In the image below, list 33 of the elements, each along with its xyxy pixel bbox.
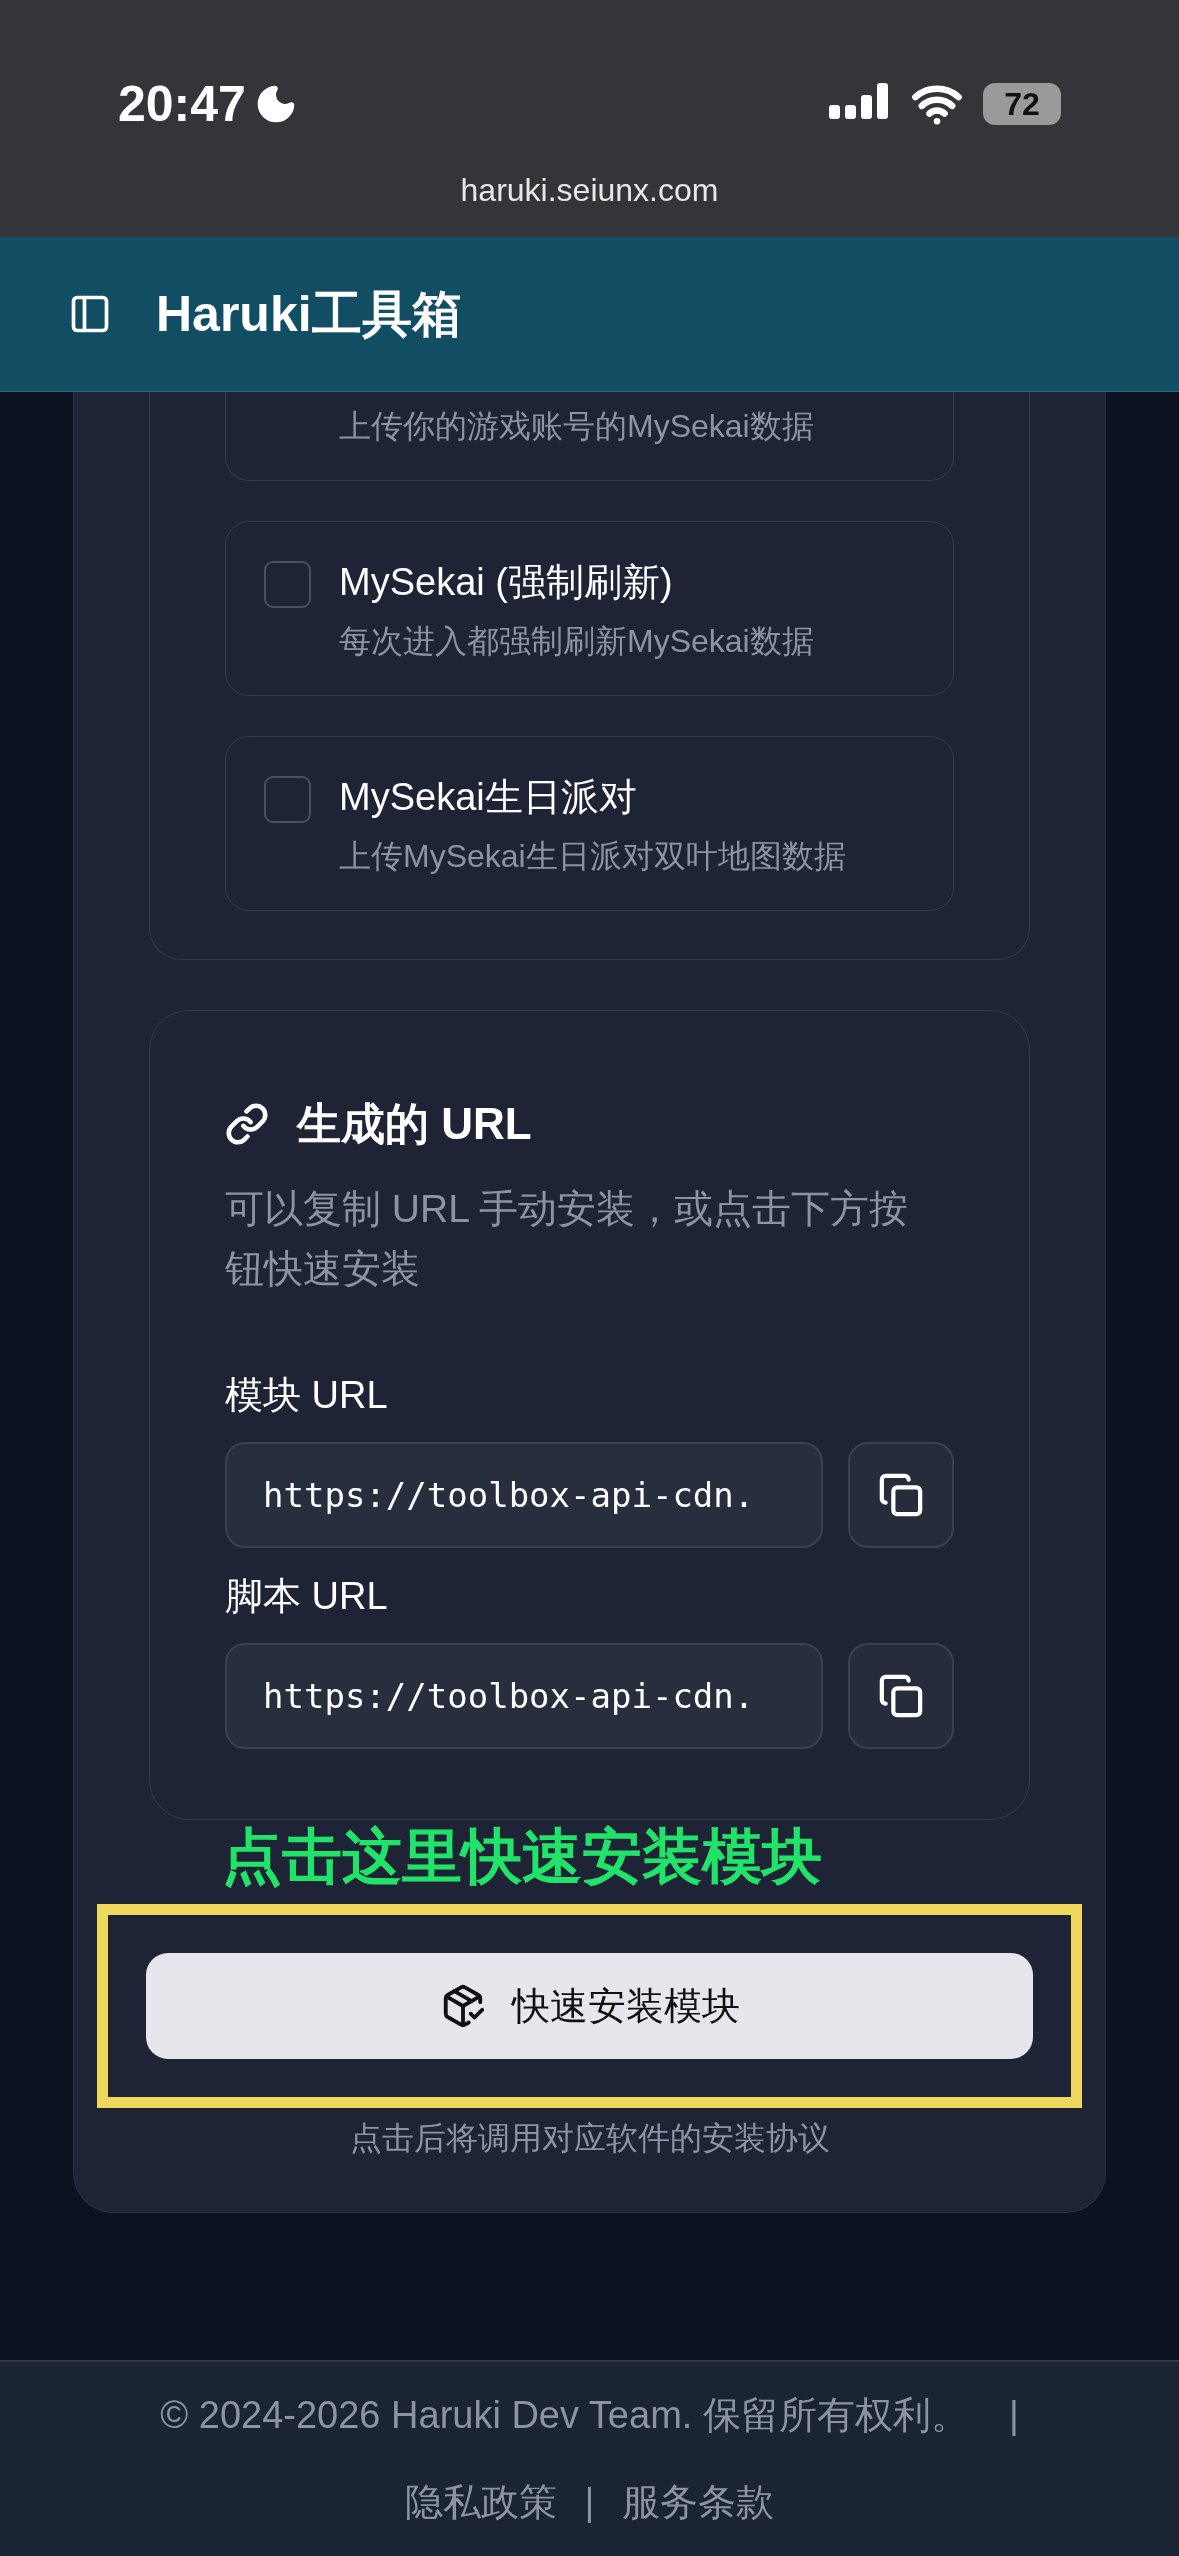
separator: | [584,2480,595,2525]
option-card[interactable]: MySekai (强制刷新) 每次进入都强制刷新MySekai数据 [225,521,954,696]
option-card[interactable]: MySekai生日派对 上传MySekai生日派对双叶地图数据 [225,736,954,911]
copy-icon [878,1673,925,1719]
checkbox[interactable] [264,561,311,608]
section-title: 生成的 URL [297,1098,532,1150]
url-field[interactable]: https://toolbox-api-cdn. [225,1442,824,1548]
terms-link[interactable]: 服务条款 [622,2474,775,2531]
privacy-link[interactable]: 隐私政策 [404,2474,557,2531]
link-icon [225,1102,269,1146]
annotation-text: 点击这里快速安装模块 [222,1822,822,1892]
field-label: 模块 URL [225,1373,389,1418]
option-description: 每次进入都强制刷新MySekai数据 [339,622,814,661]
option-card[interactable]: 上传你的游戏账号的MySekai数据 [225,392,954,481]
url-field[interactable]: https://toolbox-api-cdn. [225,1643,824,1749]
install-button[interactable]: 快速安装模块 [146,1953,1033,2059]
copy-icon [878,1472,925,1518]
copyright-text: © 2024-2026 Haruki Dev Team. 保留所有权利。 [160,2393,969,2438]
section-description: 可以复制 URL 手动安装，或点击下方按钮快速安装 [225,1186,910,1292]
clock-time: 20:47 [118,74,246,134]
install-hint: 点击后将调用对应软件的安装协议 [349,2119,830,2158]
battery-indicator: 72 [983,83,1061,125]
copy-button[interactable] [848,1442,954,1548]
option-description: 上传你的游戏账号的MySekai数据 [339,407,814,446]
field-label: 脚本 URL [225,1574,389,1619]
checkbox[interactable] [264,776,311,823]
copy-button[interactable] [848,1643,954,1749]
separator: | [1008,2393,1019,2438]
address-text[interactable]: haruki.seiunx.com [460,165,719,214]
option-title: MySekai生日派对 [339,775,638,820]
option-title: MySekai (强制刷新) [339,560,674,605]
app-title: Haruki工具箱 [156,284,462,344]
option-description: 上传MySekai生日派对双叶地图数据 [339,837,846,876]
